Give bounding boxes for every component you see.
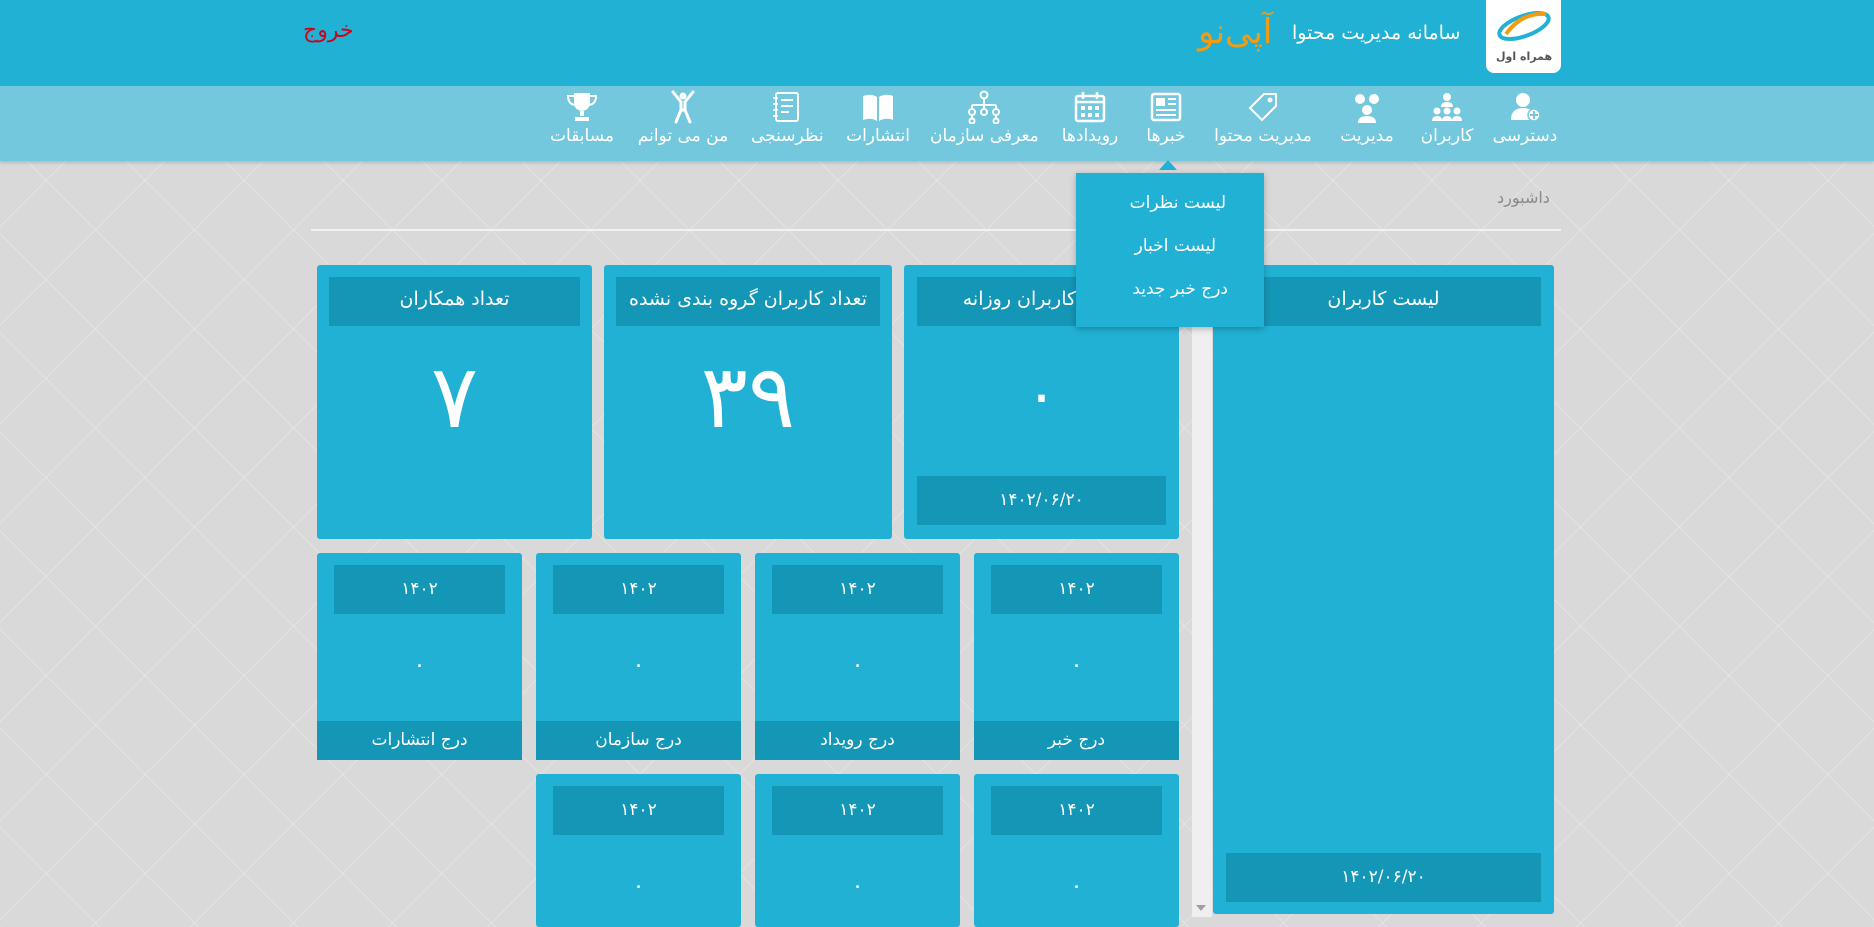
scrollbar[interactable] [1192,265,1212,917]
tile-year: ۱۴۰۲ [991,565,1162,614]
site-title: سامانه مدیریت محتوا [1292,22,1461,44]
nav-label: دسترسی [1492,126,1558,146]
nav-item-users[interactable]: کاربران [1417,86,1477,161]
team-icon [1355,94,1379,123]
nav-label: من می توانم [637,126,729,146]
trophy-icon [566,93,598,121]
book-icon [863,94,893,121]
tile-value: ۰ [413,653,426,678]
nav-label: خبرها [1146,126,1186,146]
nav-label: مسابقات [550,126,614,146]
menu-item-add-news[interactable]: درج خبر جدید [1132,279,1228,299]
tile-value: ۷ [430,345,479,448]
tile-value: ۰ [1070,653,1083,678]
brand-name: آپی‌نو [1198,12,1273,52]
nav-label: کاربران [1420,126,1474,146]
user-add-icon [1511,93,1541,122]
ungrouped-users-tile: تعداد کاربران گروه بندی نشده ۳۹ [604,265,892,539]
nav-item-management[interactable]: مدیریت [1337,86,1397,161]
stat-tile[interactable]: ۱۴۰۲ ۰ [974,774,1179,927]
tile-value: ۰ [632,874,645,899]
users-list-tile: لیست کاربران ۱۴۰۲/۰۶/۲۰ [1213,265,1554,914]
nav-item-competitions[interactable]: مسابقات [549,86,615,161]
nav-label: رویدادها [1061,126,1119,146]
tile-label: درج رویداد [755,721,960,760]
nav-item-i-can[interactable]: من می توانم [637,86,729,161]
stat-tile-publications[interactable]: ۱۴۰۲ ۰ درج انتشارات [317,553,522,760]
users-hierarchy-icon [1432,93,1462,121]
divider [311,229,1561,231]
header-bar: همراه اول سامانه مدیریت محتوا آپی‌نو خرو… [0,0,1874,86]
tile-title: تعداد کاربران گروه بندی نشده [616,277,880,326]
scroll-down-icon[interactable] [1196,905,1206,911]
newspaper-icon [1150,92,1182,122]
survey-icon [773,92,799,122]
nav-item-survey[interactable]: نظرسنجی [751,86,824,161]
calendar-icon [1074,92,1106,123]
tile-value: ۰ [1070,874,1083,899]
nav-item-access[interactable]: دسترسی [1490,86,1560,161]
tile-year: ۱۴۰۲ [334,565,505,614]
tile-date: ۱۴۰۲/۰۶/۲۰ [1226,853,1541,902]
tile-title: تعداد همکاران [329,277,580,326]
tile-label: درج انتشارات [317,721,522,760]
stat-tile[interactable]: ۱۴۰۲ ۰ [755,774,960,927]
nav-item-content-management[interactable]: مدیریت محتوا [1208,86,1318,161]
tile-year: ۱۴۰۲ [991,786,1162,835]
main-nav: دسترسی کاربران مدیریت مدیریت محتوا خبرها… [0,86,1874,161]
tile-title: لیست کاربران [1226,277,1541,326]
colleagues-tile: تعداد همکاران ۷ [317,265,592,539]
nav-item-organization[interactable]: معرفی سازمان [930,86,1039,161]
nav-label: مدیریت [1340,126,1394,146]
tile-year: ۱۴۰۲ [553,786,724,835]
tile-year: ۱۴۰۲ [772,565,943,614]
menu-item-news-list[interactable]: لیست اخبار [1135,236,1216,256]
stat-tile[interactable]: ۱۴۰۲ ۰ [536,774,741,927]
logout-link[interactable]: خروج [303,18,354,43]
breadcrumb[interactable]: داشبورد [1497,188,1550,207]
tile-date: ۱۴۰۲/۰۶/۲۰ [917,476,1166,525]
stat-tile-news[interactable]: ۱۴۰۲ ۰ درج خبر [974,553,1179,760]
tile-value: ۳۹ [700,345,796,448]
tile-value: ۰ [1025,360,1058,430]
tile-label: درج سازمان [536,721,741,760]
tag-icon [1248,93,1277,122]
stat-tile-organization[interactable]: ۱۴۰۲ ۰ درج سازمان [536,553,741,760]
news-dropdown-menu: لیست نظرات لیست اخبار درج خبر جدید [1076,173,1264,327]
nav-item-news[interactable]: خبرها [1143,86,1189,161]
person-cheer-icon [671,90,695,124]
tile-year: ۱۴۰۲ [553,565,724,614]
tile-value: ۰ [632,653,645,678]
tile-value: ۰ [851,874,864,899]
nav-label: انتشارات [846,126,910,146]
stat-tile-event[interactable]: ۱۴۰۲ ۰ درج رویداد [755,553,960,760]
dropdown-pointer [1159,160,1177,170]
org-chart-icon [968,90,1000,124]
tile-value: ۰ [851,653,864,678]
hamrahe-aval-logo-icon [1497,11,1551,41]
logo-text: همراه اول [1496,50,1553,63]
nav-item-publications[interactable]: انتشارات [845,86,911,161]
menu-item-comments-list[interactable]: لیست نظرات [1130,193,1226,213]
nav-label: معرفی سازمان [930,126,1039,146]
tile-year: ۱۴۰۲ [772,786,943,835]
tile-label: درج خبر [974,721,1179,760]
nav-label: مدیریت محتوا [1214,126,1312,146]
nav-label: نظرسنجی [751,126,824,146]
nav-item-events[interactable]: رویدادها [1057,86,1123,161]
